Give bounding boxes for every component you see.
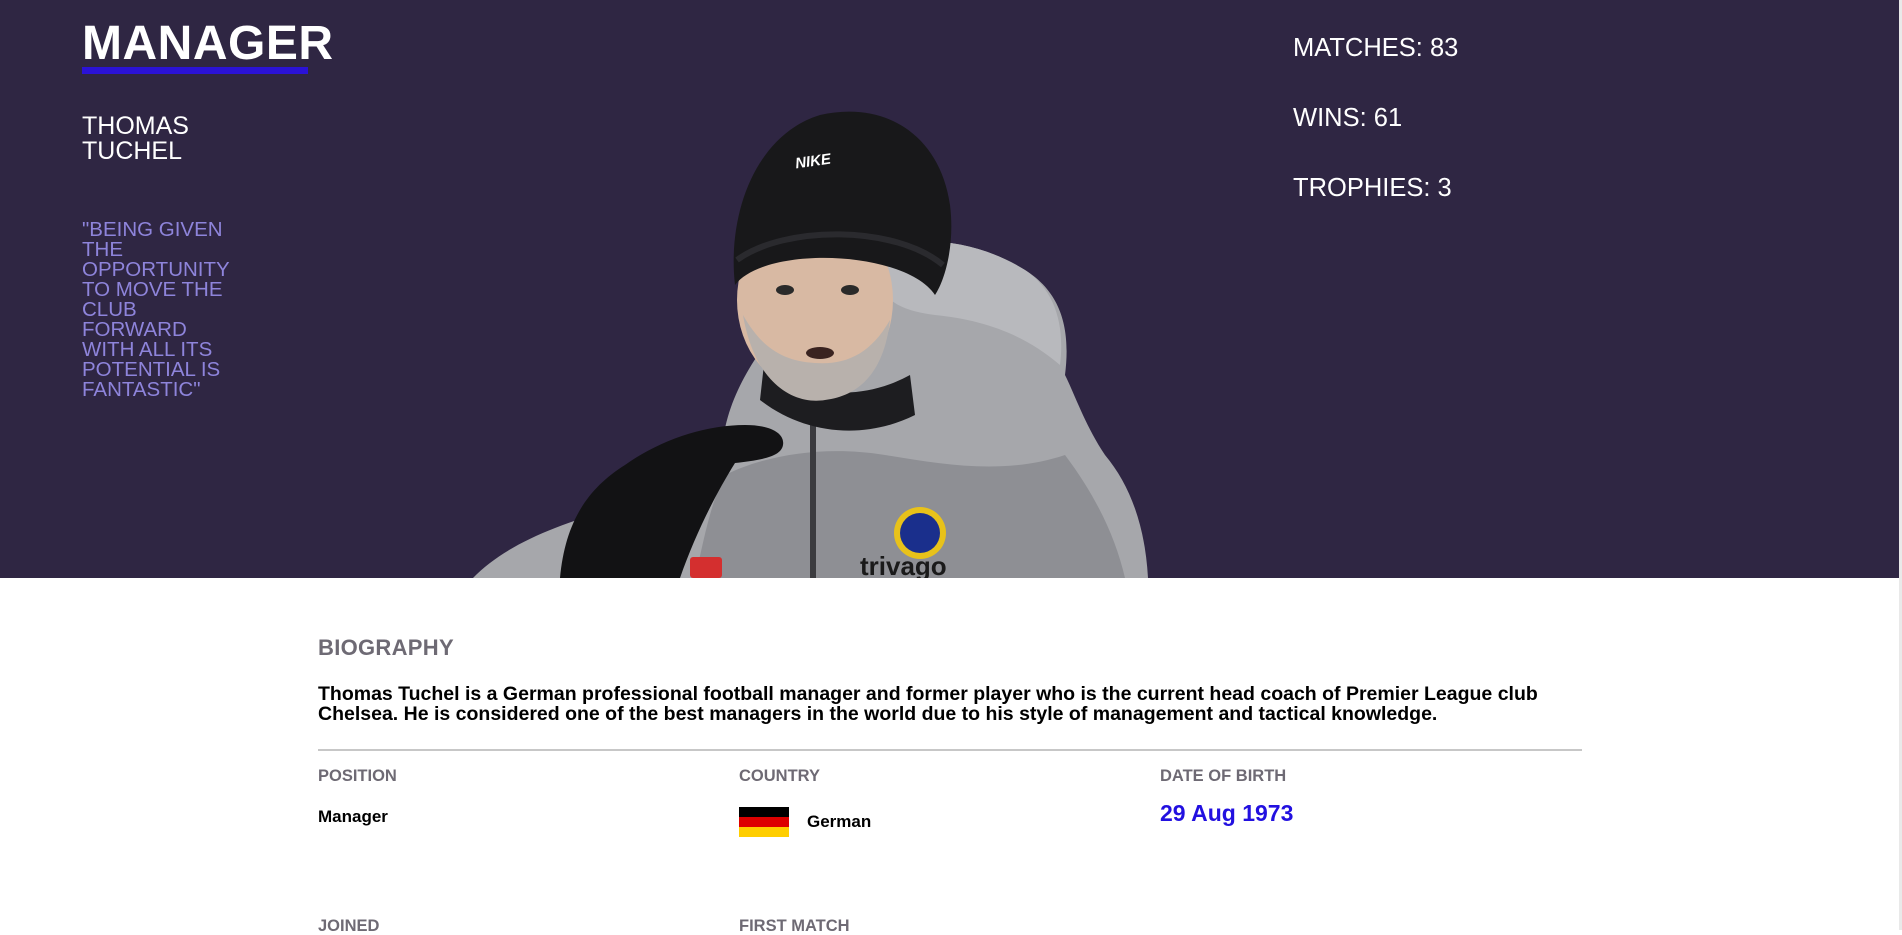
section-title: BIOGRAPHY — [318, 635, 454, 660]
stat-label: TROPHIES: — [1293, 174, 1431, 202]
manager-hero: MANAGER THOMAS TUCHEL "BEING GIVEN THE O… — [0, 0, 1902, 578]
field-label: COUNTRY — [739, 767, 820, 785]
germany-flag-icon — [739, 807, 789, 837]
field-country: COUNTRY German — [739, 767, 1159, 837]
stat-matches: MATCHES: 83 — [1293, 33, 1458, 63]
manager-name: THOMAS TUCHEL — [82, 112, 189, 165]
right-eye — [841, 285, 859, 295]
field-date-of-birth: DATE OF BIRTH 29 Aug 1973 — [1160, 767, 1580, 826]
field-position: POSITION Manager — [318, 767, 738, 827]
stat-value: 61 — [1373, 104, 1403, 132]
position-value: Manager — [318, 807, 388, 826]
field-label: FIRST MATCH — [739, 917, 850, 935]
stats-panel: MATCHES: 83 WINS: 61 TROPHIES: 3 — [1293, 33, 1458, 243]
shirt-sponsor-text: trivago — [860, 551, 947, 578]
poppy-badge — [690, 557, 722, 578]
stat-trophies: TROPHIES: 3 — [1293, 173, 1458, 203]
field-value: German — [739, 807, 1159, 837]
field-label: POSITION — [318, 767, 397, 785]
field-label: DATE OF BIRTH — [1160, 767, 1287, 785]
stat-wins: WINS: 61 — [1293, 103, 1458, 133]
stat-value: 83 — [1429, 34, 1459, 62]
field-value: 29 Aug 1973 — [1160, 800, 1580, 826]
biography-text: Thomas Tuchel is a German professional f… — [318, 683, 1538, 725]
country-value: German — [807, 812, 872, 831]
field-value: Manager — [318, 807, 738, 827]
page-title: MANAGER — [82, 17, 334, 70]
title-underline — [82, 67, 308, 74]
zipper — [810, 425, 816, 578]
field-label: JOINED — [318, 917, 380, 935]
manager-photo: NIKE trivago — [473, 111, 1148, 578]
mouth — [806, 347, 834, 359]
club-crest-inner — [900, 513, 940, 553]
stat-value: 3 — [1437, 174, 1452, 202]
divider — [318, 749, 1582, 751]
date-of-birth-value: 29 Aug 1973 — [1160, 800, 1294, 826]
field-first-match: FIRST MATCH — [739, 917, 1159, 935]
field-joined: JOINED — [318, 917, 738, 935]
stat-label: MATCHES: — [1293, 34, 1423, 62]
left-eye — [776, 285, 794, 295]
stat-label: WINS: — [1293, 104, 1367, 132]
manager-quote: "BEING GIVEN THE OPPORTUNITY TO MOVE THE… — [82, 218, 230, 401]
